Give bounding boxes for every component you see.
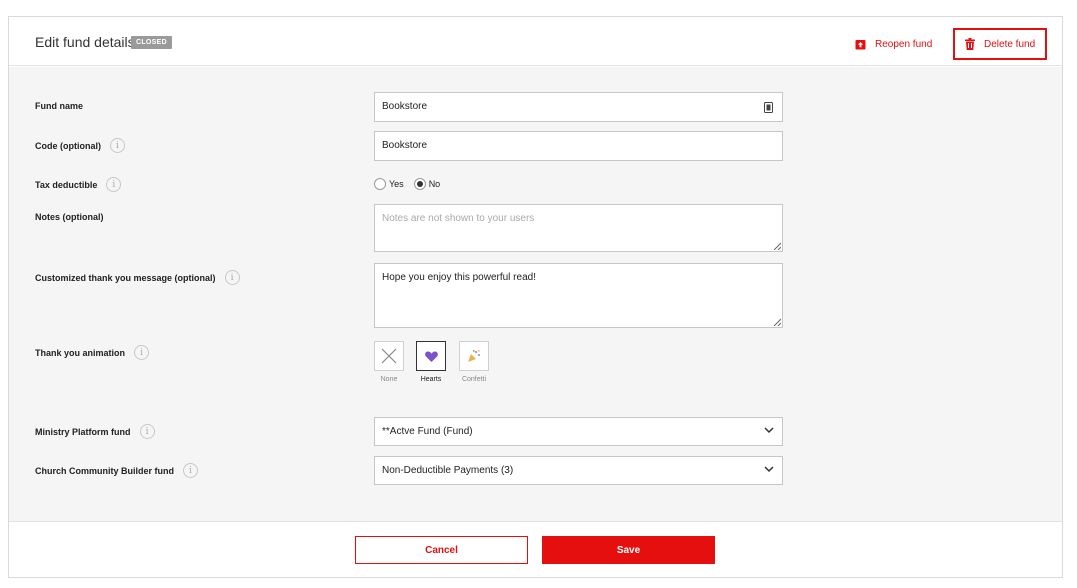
animation-option-none[interactable]: None bbox=[374, 341, 404, 383]
tax-yes-label: Yes bbox=[389, 179, 404, 189]
card-header: Edit fund details CLOSED Reopen fund Del… bbox=[9, 17, 1062, 66]
animation-hearts-box[interactable] bbox=[416, 341, 446, 371]
animation-confetti-label: Confetti bbox=[461, 376, 487, 383]
thank-you-message-value: Hope you enjoy this powerful read! bbox=[382, 272, 536, 283]
save-button[interactable]: Save bbox=[542, 536, 715, 564]
fund-name-label: Fund name bbox=[35, 101, 83, 111]
info-icon[interactable]: i bbox=[106, 177, 122, 192]
edit-fund-card: Edit fund details CLOSED Reopen fund Del… bbox=[8, 16, 1063, 578]
heart-icon bbox=[424, 351, 438, 362]
cancel-button[interactable]: Cancel bbox=[355, 536, 528, 564]
ministry-platform-fund-value: **Actve Fund (Fund) bbox=[382, 426, 473, 437]
status-badge: CLOSED bbox=[131, 36, 172, 49]
ccb-fund-select[interactable]: Non-Deductible Payments (3) bbox=[374, 456, 783, 485]
animation-option-confetti[interactable]: Confetti bbox=[459, 341, 489, 383]
fund-name-label-text: Fund name bbox=[35, 101, 84, 111]
thank-you-animation-label-text: Thank you animation bbox=[35, 347, 126, 358]
animation-none-box[interactable] bbox=[374, 341, 404, 371]
thank-you-message-label: Customized thank you message (optional) … bbox=[35, 270, 240, 285]
tax-deductible-label: Tax deductible i bbox=[35, 177, 122, 192]
trash-icon bbox=[965, 38, 975, 50]
thank-you-animation-label: Thank you animation i bbox=[35, 345, 150, 360]
thank-you-message-textarea[interactable]: Hope you enjoy this powerful read! bbox=[374, 263, 783, 328]
delete-fund-button[interactable]: Delete fund bbox=[953, 28, 1047, 60]
resize-handle-icon[interactable] bbox=[773, 242, 781, 250]
animation-confetti-box[interactable] bbox=[459, 341, 489, 371]
notes-textarea[interactable]: Notes are not shown to your users bbox=[374, 204, 783, 252]
resize-handle-icon[interactable] bbox=[773, 318, 781, 326]
tax-deductible-label-text: Tax deductible bbox=[35, 179, 98, 190]
page-title: Edit fund details bbox=[35, 34, 135, 50]
form-body: Fund name Bookstore Code (optional) i Bo… bbox=[9, 67, 1062, 522]
ministry-platform-fund-label-text: Ministry Platform fund bbox=[35, 426, 131, 437]
code-value: Bookstore bbox=[382, 140, 428, 151]
x-icon bbox=[381, 348, 397, 364]
fund-name-value: Bookstore bbox=[382, 101, 428, 112]
ministry-platform-fund-label: Ministry Platform fund i bbox=[35, 424, 155, 439]
ccb-fund-label-text: Church Community Builder fund bbox=[35, 465, 174, 476]
thank-you-message-label-text: Customized thank you message (optional) bbox=[35, 272, 216, 283]
info-icon[interactable]: i bbox=[224, 270, 240, 285]
notes-label: Notes (optional) bbox=[35, 212, 104, 222]
tax-no-label: No bbox=[428, 179, 441, 189]
reopen-fund-button[interactable]: Reopen fund bbox=[855, 28, 933, 60]
reopen-icon bbox=[855, 39, 866, 49]
info-icon[interactable]: i bbox=[183, 463, 198, 478]
reopen-fund-label: Reopen fund bbox=[875, 38, 933, 50]
ccb-fund-value: Non-Deductible Payments (3) bbox=[382, 465, 514, 476]
tax-yes-radio[interactable] bbox=[374, 178, 386, 190]
confetti-icon bbox=[468, 350, 480, 362]
code-label-text: Code (optional) bbox=[35, 140, 101, 151]
fund-name-input[interactable]: Bookstore bbox=[374, 92, 783, 122]
chevron-down-icon bbox=[764, 466, 774, 473]
animation-option-hearts[interactable]: Hearts bbox=[416, 341, 446, 383]
chevron-down-icon bbox=[764, 427, 774, 434]
info-icon[interactable]: i bbox=[110, 138, 125, 153]
ccb-fund-label: Church Community Builder fund i bbox=[35, 463, 198, 478]
info-icon[interactable]: i bbox=[134, 345, 150, 360]
notes-placeholder: Notes are not shown to your users bbox=[382, 213, 535, 224]
info-icon[interactable]: i bbox=[139, 424, 155, 439]
code-input[interactable]: Bookstore bbox=[374, 131, 783, 161]
tax-deductible-radio-group: Yes No bbox=[374, 178, 440, 190]
ministry-platform-fund-select[interactable]: **Actve Fund (Fund) bbox=[374, 417, 783, 446]
contact-card-icon bbox=[764, 102, 773, 113]
notes-label-text: Notes (optional) bbox=[35, 212, 104, 222]
delete-fund-label: Delete fund bbox=[984, 38, 1036, 50]
code-label: Code (optional) i bbox=[35, 138, 125, 153]
tax-no-radio[interactable] bbox=[413, 178, 426, 190]
